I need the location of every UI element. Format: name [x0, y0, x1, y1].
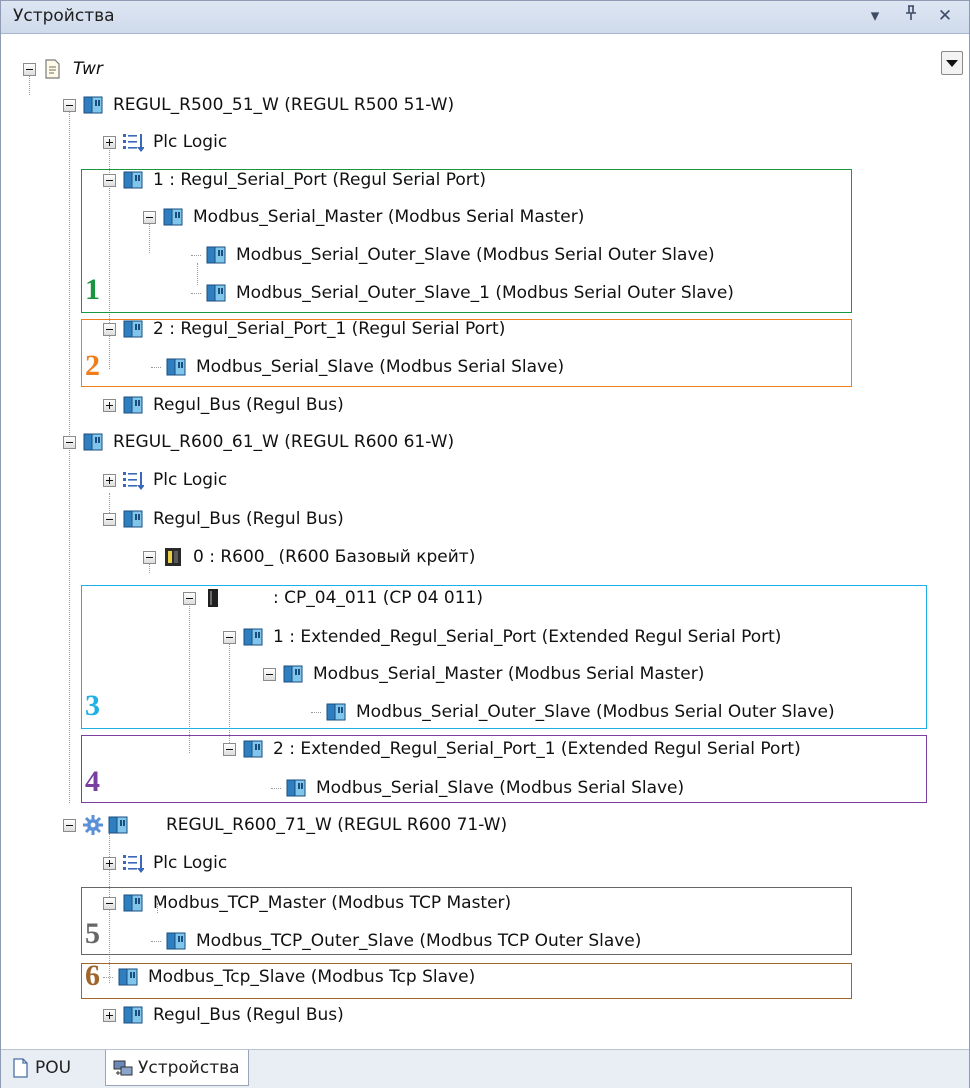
crate-icon	[162, 546, 184, 568]
pou-icon	[13, 1058, 28, 1078]
tree-node[interactable]: Twr	[23, 53, 103, 85]
annotation-box	[81, 585, 927, 729]
expand-plus-icon[interactable]	[103, 1008, 116, 1022]
expand-plus-icon[interactable]	[103, 398, 116, 412]
expand-plus-icon[interactable]	[103, 856, 116, 870]
collapse-minus-icon[interactable]	[63, 435, 76, 449]
tree-node-label: 0 : R600_ (R600 Базовый крейт)	[193, 547, 476, 567]
tree-node[interactable]: 0 : R600_ (R600 Базовый крейт)	[143, 541, 475, 573]
collapse-minus-icon[interactable]	[143, 550, 156, 564]
annotation-number: 2	[85, 349, 100, 382]
tree-node[interactable]: Regul_Bus (Regul Bus)	[103, 999, 344, 1031]
device-icon	[122, 508, 144, 530]
tree-node-label: Twr	[73, 59, 103, 79]
expand-plus-icon[interactable]	[103, 473, 116, 487]
annotation-box	[81, 887, 852, 955]
annotation-number: 6	[85, 959, 100, 992]
tree-node-label: REGUL_R600_71_W (REGUL R600 71-W)	[166, 815, 508, 835]
tree-node-label: Plc Logic	[153, 132, 228, 152]
tree-node[interactable]: REGUL_R600_61_W (REGUL R600 61-W)	[63, 426, 454, 458]
plc-logic-icon	[122, 131, 145, 153]
pin-icon[interactable]	[899, 4, 923, 28]
device-icon	[82, 431, 104, 453]
collapse-minus-icon[interactable]	[63, 98, 76, 112]
tree-node-label: Regul_Bus (Regul Bus)	[153, 509, 344, 529]
tree-node-label: Plc Logic	[153, 470, 228, 490]
annotation-box	[81, 963, 852, 999]
device-icon	[107, 814, 129, 836]
tree-node[interactable]: Regul_Bus (Regul Bus)	[103, 503, 344, 535]
tree-node[interactable]: Plc Logic	[103, 126, 227, 158]
annotation-number: 1	[85, 273, 100, 306]
devices-panel: Устройства ▾ ✕ Twr REGUL_R500_51_W (REGUL…	[0, 0, 970, 1088]
annotation-box	[81, 319, 852, 387]
tree-node[interactable]: Regul_Bus (Regul Bus)	[103, 389, 344, 421]
panel-titlebar: Устройства ▾ ✕	[1, 1, 969, 34]
expand-plus-icon[interactable]	[103, 135, 116, 149]
tree-node[interactable]: REGUL_R600_71_W (REGUL R600 71-W)	[63, 809, 507, 841]
devices-icon	[113, 1060, 133, 1075]
tree-node-label: REGUL_R500_51_W (REGUL R500 51-W)	[113, 95, 455, 115]
device-icon	[122, 1004, 144, 1026]
annotation-box	[81, 735, 927, 803]
annotation-number: 5	[85, 917, 100, 950]
tree-node-label: Regul_Bus (Regul Bus)	[153, 1005, 344, 1025]
tree-node[interactable]: REGUL_R500_51_W (REGUL R500 51-W)	[63, 89, 454, 121]
plc-logic-icon	[122, 852, 145, 874]
annotation-box	[81, 169, 852, 313]
panel-title: Устройства	[13, 6, 115, 26]
chevron-down-icon[interactable]: ▾	[863, 4, 887, 28]
collapse-minus-icon[interactable]	[103, 512, 116, 526]
tree-node-label: REGUL_R600_61_W (REGUL R600 61-W)	[113, 432, 455, 452]
collapse-minus-icon[interactable]	[63, 818, 76, 832]
tree-node[interactable]: Plc Logic	[103, 847, 227, 879]
project-icon	[42, 58, 64, 80]
tree-node[interactable]: Plc Logic	[103, 464, 227, 496]
device-icon	[82, 94, 104, 116]
plc-logic-icon	[122, 469, 145, 491]
tab-label: Устройства	[138, 1057, 240, 1078]
tree-node-label: Plc Logic	[153, 853, 228, 873]
tab-label: POU	[35, 1058, 72, 1078]
tab-devices[interactable]: Устройства	[105, 1050, 249, 1086]
annotation-number: 3	[85, 689, 100, 722]
close-icon[interactable]: ✕	[933, 4, 957, 28]
collapse-minus-icon[interactable]	[23, 62, 36, 76]
annotation-number: 4	[85, 765, 100, 798]
bottom-tabbar: POU Устройства	[1, 1049, 969, 1088]
device-icon	[122, 394, 144, 416]
device-gear-icon	[82, 814, 104, 836]
tree-node-label: Regul_Bus (Regul Bus)	[153, 395, 344, 415]
tab-pou[interactable]: POU	[3, 1050, 79, 1086]
